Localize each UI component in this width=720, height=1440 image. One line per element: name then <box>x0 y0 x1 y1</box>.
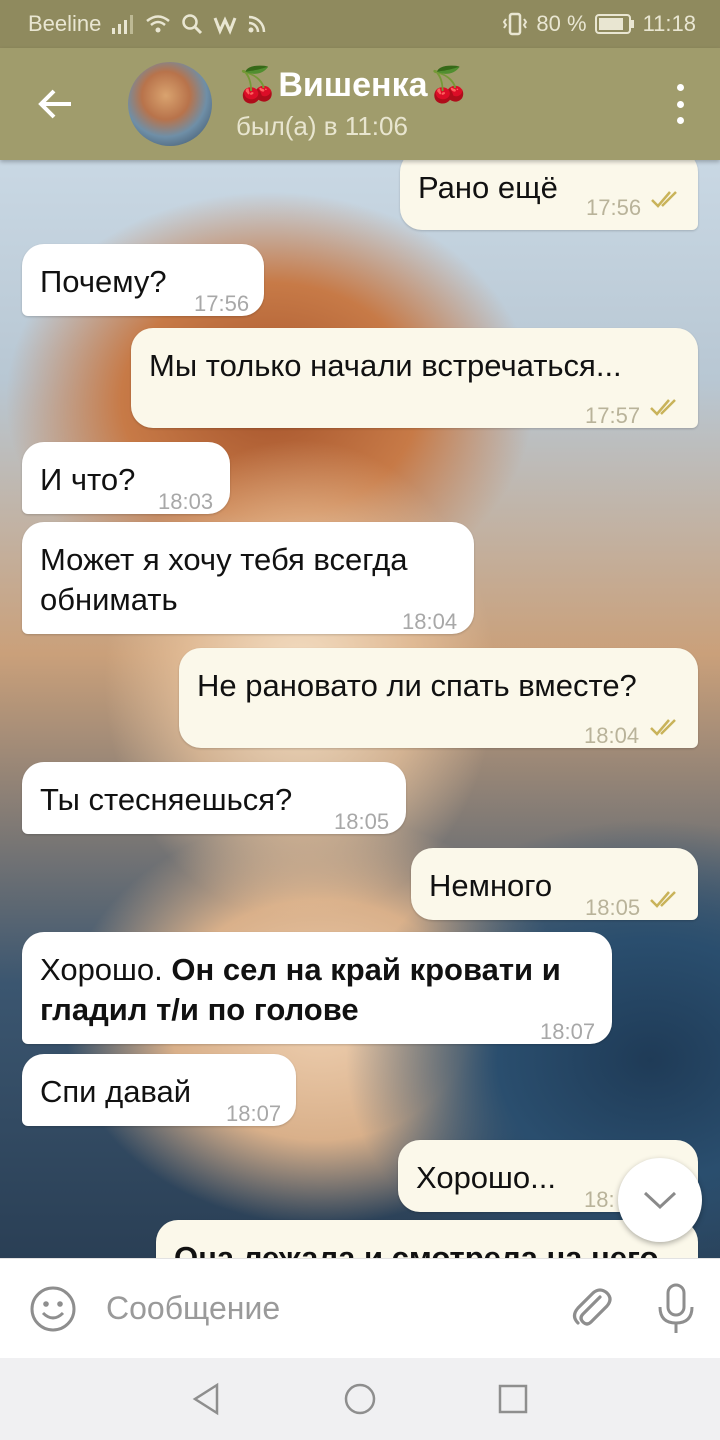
message-time: 18:05 <box>585 895 641 920</box>
app-w-icon <box>213 16 237 35</box>
rss-icon <box>248 15 266 33</box>
message-text: Хорошо... <box>416 1160 556 1195</box>
chat-header: 🍒Вишенка🍒 был(а) в 11:06 <box>0 48 720 160</box>
message-text: Немного <box>429 868 553 903</box>
square-recents-icon <box>498 1384 528 1414</box>
message-time: 18: <box>584 1187 615 1212</box>
double-check-icon <box>650 399 676 416</box>
paperclip-icon <box>572 1287 612 1326</box>
message-text-line2: гладил т/и по голове <box>40 992 359 1027</box>
message-time: 18:04 <box>402 609 458 634</box>
battery-percent: 80 % <box>536 11 587 36</box>
double-check-icon <box>650 891 676 908</box>
message-outgoing[interactable]: Мы только начали встречаться... 17:57 <box>131 328 698 428</box>
message-text: Ты стесняешься? <box>40 782 293 817</box>
chevron-down-icon <box>643 1191 677 1210</box>
message-text: Рано ещё <box>418 170 558 205</box>
nav-home-button[interactable] <box>284 1382 437 1416</box>
message-text: Спи давай <box>40 1074 192 1109</box>
message-text-plain: Хорошо. <box>40 952 172 987</box>
wifi-icon <box>146 15 171 33</box>
message-outgoing[interactable]: Рано ещё 17:56 <box>400 160 698 230</box>
message-text: Не рановато ли спать вместе? <box>197 668 637 703</box>
message-outgoing[interactable]: Не рановато ли спать вместе? 18:04 <box>179 648 698 748</box>
message-input[interactable] <box>106 1278 552 1339</box>
triangle-back-icon <box>192 1382 219 1416</box>
message-text: Мы только начали встречаться... <box>149 348 622 383</box>
clock: 11:18 <box>642 11 696 36</box>
message-text-line1: Хорошо. Он сел на край кровати и <box>40 950 561 990</box>
message-incoming[interactable]: Спи давай 18:07 <box>22 1054 296 1126</box>
message-text-line2: обнимать <box>40 582 178 617</box>
message-time: 17:56 <box>586 195 642 220</box>
message-outgoing[interactable]: Она лежала и смотрела на него <box>156 1220 698 1258</box>
more-vertical-icon[interactable] <box>670 84 690 124</box>
vibrate-icon <box>503 12 528 36</box>
message-time: 18:04 <box>584 723 640 748</box>
search-icon <box>182 14 203 35</box>
status-bar: Beeline 80 % 11:18 <box>0 0 720 48</box>
message-time: 17:57 <box>585 403 641 428</box>
last-seen-status: был(а) в 11:06 <box>236 111 408 141</box>
nav-back-button[interactable] <box>131 1382 284 1416</box>
message-incoming[interactable]: Хорошо. Он сел на край кровати и гладил … <box>22 932 612 1044</box>
message-incoming[interactable]: Может я хочу тебя всегда обнимать 18:04 <box>22 522 474 634</box>
message-incoming[interactable]: И что? 18:03 <box>22 442 230 514</box>
arrow-left-icon <box>38 89 71 119</box>
message-time: 17:56 <box>194 291 250 316</box>
carrier-label: Beeline <box>28 11 102 36</box>
back-button[interactable] <box>0 48 110 160</box>
double-check-icon <box>650 719 676 736</box>
message-text: И что? <box>40 462 136 497</box>
system-nav-bar <box>0 1358 720 1440</box>
nav-recents-button[interactable] <box>437 1383 590 1415</box>
avatar[interactable] <box>128 62 212 146</box>
message-time: 18:03 <box>158 489 214 514</box>
battery-icon <box>594 14 634 34</box>
circle-home-icon <box>344 1383 376 1415</box>
message-time: 18:07 <box>226 1101 282 1126</box>
chat-title-block[interactable]: 🍒Вишенка🍒 был(а) в 11:06 <box>236 65 470 143</box>
message-text-line1: Может я хочу тебя всегда <box>40 542 408 577</box>
chat-messages[interactable]: Рано ещё 17:56 Почему? 17:56 Мы только н… <box>0 160 720 1258</box>
message-text-bold: Он сел на край кровати и <box>171 952 561 987</box>
message-text: Почему? <box>40 264 167 299</box>
double-check-icon <box>651 191 677 208</box>
signal-icon <box>112 15 134 34</box>
scroll-down-button[interactable] <box>618 1158 702 1242</box>
message-incoming[interactable]: Почему? 17:56 <box>22 244 264 316</box>
message-time: 18:07 <box>540 1019 596 1044</box>
message-composer <box>0 1258 720 1358</box>
message-outgoing[interactable]: Немного 18:05 <box>411 848 698 920</box>
message-incoming[interactable]: Ты стесняешься? 18:05 <box>22 762 406 834</box>
attach-button[interactable] <box>552 1259 632 1359</box>
chat-name: 🍒Вишенка🍒 <box>236 66 470 104</box>
message-time: 18:05 <box>334 809 390 834</box>
smiley-icon <box>30 1286 76 1331</box>
microphone-icon <box>658 1283 694 1333</box>
microphone-button[interactable] <box>632 1259 720 1359</box>
message-text: Она лежала и смотрела на него <box>174 1240 659 1258</box>
emoji-button[interactable] <box>0 1259 106 1359</box>
